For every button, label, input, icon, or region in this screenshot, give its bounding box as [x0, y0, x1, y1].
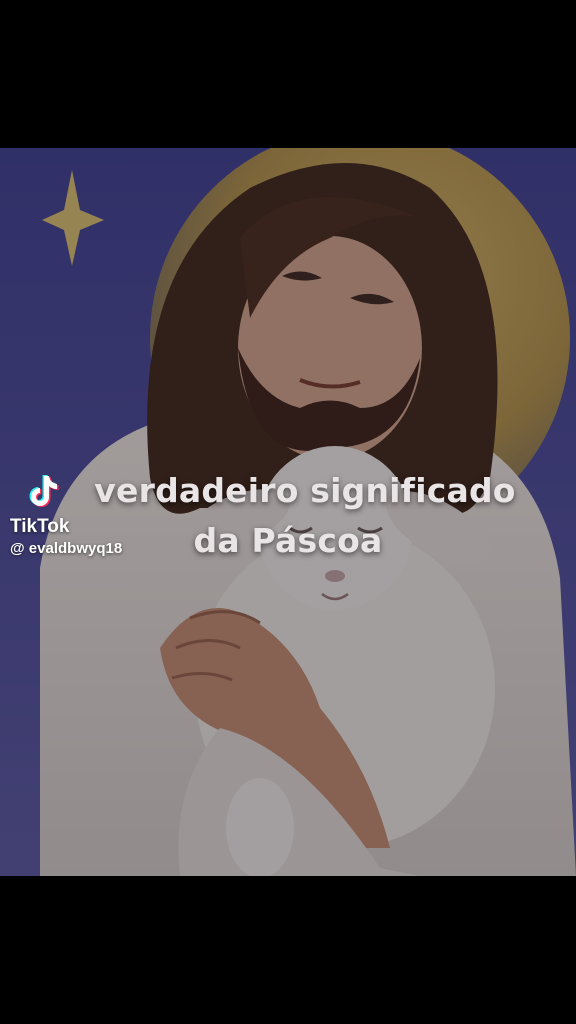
tiktok-brand-label: TikTok — [10, 516, 70, 537]
caption-line-1: verdadeiro significado — [94, 471, 516, 510]
tiktok-username: @ evaldbwyq18 — [10, 540, 123, 557]
tiktok-logo-icon — [29, 475, 59, 507]
video-frame: verdadeiro significado da Páscoa TikTok … — [0, 0, 576, 1024]
